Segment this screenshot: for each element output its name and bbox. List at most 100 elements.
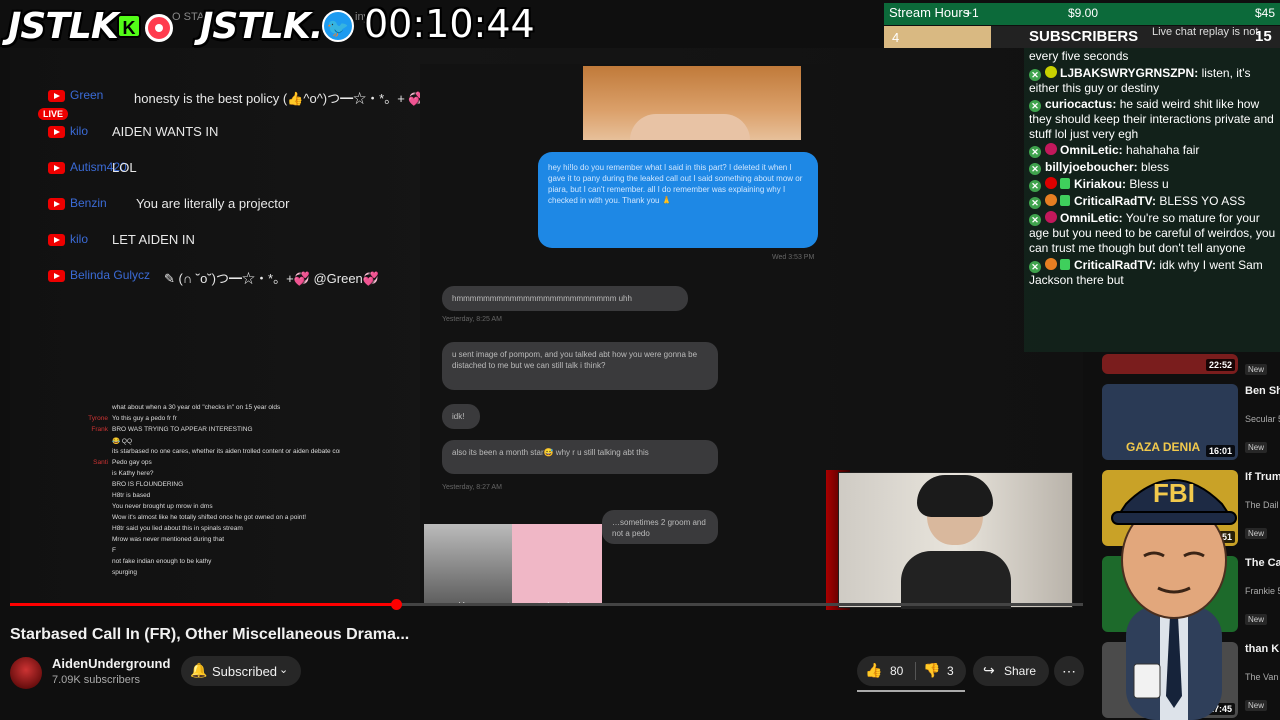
stream-chat-message: ✕ OmniLetic: hahahaha fair [1024,142,1280,159]
secondary-chat-message: what about when a 30 year old "checks in… [40,404,340,415]
secondary-chat-text: BRO IS FLOUNDERING [112,481,184,488]
subscribers-goal: 15 [1255,28,1272,45]
recommended-thumbnail[interactable]: 22:52 [1102,354,1238,374]
new-badge: New [1245,700,1268,711]
secondary-chat-message: its starbased no one cares, whether its … [40,448,340,459]
message-timestamp: Wed 3:53 PM [772,254,815,261]
secondary-chat-message: Frank BRO WAS TRYING TO APPEAR INTERESTIN… [40,426,340,437]
secondary-chat-author: Tyrone [88,415,108,422]
recommended-title[interactable]: Ben Sh G*noci [1245,384,1280,398]
video-duration: 22:52 [1205,359,1235,371]
thumbs-up-icon[interactable]: 👍 [865,662,882,679]
subscribed-label: Subscribed [212,664,278,679]
chat-platform-icon: ✕ [1029,197,1041,210]
live-chat-text: LOL [112,160,137,175]
recommended-title[interactable]: than K Friedla [1245,642,1280,656]
more-actions-icon[interactable]: ⋯ [1054,656,1084,686]
thumbs-down-icon[interactable]: 👎 [923,662,940,679]
streamer-body [901,551,1011,609]
secondary-chat-text: F [112,547,116,554]
message-bubble-received: u sent image of pompom, and you talked a… [442,342,718,390]
message-bubble-sent: hey hi!lo do you remember what I said in… [538,152,818,248]
like-dislike-group: 👍 80 👎 3 [857,656,966,686]
user-badge-icon [1045,65,1057,78]
stream-chat-text: BLESS YO ASS [1159,194,1246,209]
youtube-icon [48,270,65,282]
chat-platform-icon: ✕ [1029,146,1041,159]
secondary-chat-message: Wow it's almost like he totally shifted … [40,514,340,525]
subscribers-progress-fill [884,26,991,48]
subscribers-count: 4 [892,30,900,45]
recommended-title[interactable]: If Trum Being T [1245,470,1280,484]
secondary-chat-message: spurging [40,569,340,580]
kick-icon: K [117,14,141,38]
stream-hours-end: $45 [1255,6,1276,20]
live-chat-text: You are literally a projector [136,196,290,211]
like-count[interactable]: 80 [890,664,903,678]
subscriber-badge-icon [1060,195,1070,207]
divider [915,662,916,680]
youtube-icon [48,90,65,102]
record-icon [145,14,173,42]
dislike-count[interactable]: 3 [947,664,954,678]
participant-starbased: starbased [512,524,602,604]
participant-thumbnails: aiden starbased [424,524,602,604]
youtube-icon [48,162,65,174]
chat-platform-icon: ✕ [1029,214,1041,227]
share-button[interactable]: ↪ Share [973,656,1049,686]
message-bubble-received: hmmmmmmmmmmmmmmmmmmmmmmmm uhh [442,286,688,311]
live-chat-author: kilo [70,124,89,138]
secondary-chat-message: Santi Pedo gay ops [40,459,340,470]
subscriber-badge-icon [1060,258,1070,270]
chat-platform-icon: ✕ [1029,100,1041,113]
secondary-chat-text: Wow it's almost like he totally shifted … [112,514,307,521]
subscribers-label: SUBSCRIBERS [1029,28,1139,45]
stream-chat-message: ✕ Kiriakou: Bless u [1024,176,1280,193]
secondary-chat-text: You never brought up mrow in dms [112,503,213,510]
cartoon-badge [1133,663,1161,699]
youtube-icon [48,126,65,138]
secondary-chat-message: not fake indian enough to be kathy [40,558,340,569]
participant-aiden: aiden [424,524,512,604]
chevron-down-icon: ⌄ [279,664,289,676]
user-badge-icon [1045,194,1057,207]
message-bubble-received: also its been a month star😅 why r u stil… [442,440,718,474]
secondary-chat-author: Santi [93,459,108,466]
recommended-channel: The Van 63K vie [1245,672,1280,682]
secondary-chat-message: is Kathy here? [40,470,340,481]
secondary-chat-text: spurging [112,569,137,576]
recommended-thumbnail[interactable]: GAZA DENIA 16:01 [1102,384,1238,460]
new-badge: New [1245,614,1268,625]
secondary-chat-message: 😂 QQ [40,437,340,448]
new-badge: New [1245,442,1268,453]
chat-platform-icon: ✕ [1029,163,1041,176]
stream-chat-text: every five seconds [1029,49,1129,63]
chat-platform-icon: ✕ [1029,260,1041,273]
message-timestamp: Yesterday, 8:27 AM [442,484,502,491]
jstlk-logo-secondary: JSTLK. [200,6,323,47]
channel-avatar[interactable] [10,657,42,689]
cartoon-cap-brim [1111,511,1237,525]
stream-chat-author: CriticalRadTV: [1074,257,1157,272]
subscribed-button[interactable]: 🔔 Subscribed ⌄ [181,656,301,686]
live-chat-text: ✎ (∩ ˘o˘)つ━☆・*。+💞 @Green💞 [164,271,379,286]
like-ratio-bar [857,690,965,692]
share-label: Share [1004,664,1037,678]
live-chat-author: kilo [70,232,89,246]
stream-chat-author: LJBAKSWRYGRNSZPN: [1060,65,1199,80]
jstlk-logo: JSTLK [8,6,119,47]
video-progress-bar[interactable] [10,599,1083,610]
channel-name[interactable]: AidenUnderground [52,656,170,671]
video-scrubber-handle[interactable] [391,599,403,610]
secondary-chat-text: Yo this guy a pedo fr fr [112,415,177,422]
live-chat-text: AIDEN WANTS IN [112,124,219,139]
user-badge-icon [1045,211,1057,224]
streamer-hair [917,475,993,517]
stream-chat-author: OmniLetic: [1060,211,1123,226]
secondary-chat-text: H8tr said you lied about this in spinals… [112,525,243,532]
recommended-title[interactable]: The Ca Interne [1245,556,1280,570]
new-badge: New [1245,364,1268,375]
stream-chat-text: bless [1141,160,1170,175]
message-timestamp: Yesterday, 8:25 AM [442,316,502,323]
thumbnail-caption: GAZA DENIA [1126,440,1201,454]
